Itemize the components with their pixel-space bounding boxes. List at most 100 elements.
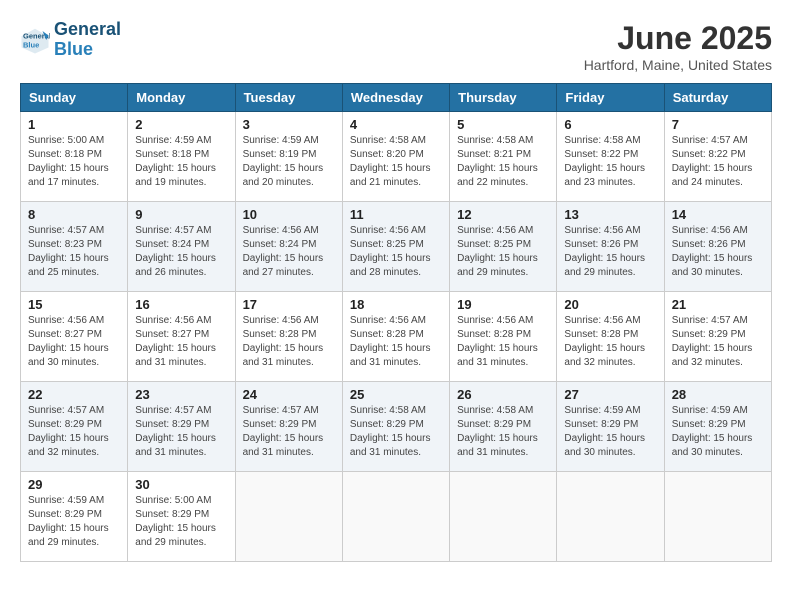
day-info: Sunrise: 4:56 AM Sunset: 8:28 PM Dayligh… (564, 314, 656, 370)
logo-icon: General Blue (20, 25, 50, 55)
logo-line2: Blue (54, 39, 93, 59)
day-info: Sunrise: 4:59 AM Sunset: 8:29 PM Dayligh… (28, 494, 120, 550)
weekday-header-row: Sunday Monday Tuesday Wednesday Thursday… (21, 84, 772, 112)
day-cell-7: 7 Sunrise: 4:57 AM Sunset: 8:22 PM Dayli… (664, 112, 771, 202)
day-cell-22: 22 Sunrise: 4:57 AM Sunset: 8:29 PM Dayl… (21, 382, 128, 472)
day-number: 3 (243, 117, 335, 132)
header-thursday: Thursday (450, 84, 557, 112)
day-number: 1 (28, 117, 120, 132)
day-info: Sunrise: 4:57 AM Sunset: 8:24 PM Dayligh… (135, 224, 227, 280)
day-info: Sunrise: 4:57 AM Sunset: 8:23 PM Dayligh… (28, 224, 120, 280)
day-cell-30: 30 Sunrise: 5:00 AM Sunset: 8:29 PM Dayl… (128, 472, 235, 562)
day-info: Sunrise: 4:57 AM Sunset: 8:29 PM Dayligh… (135, 404, 227, 460)
day-cell-23: 23 Sunrise: 4:57 AM Sunset: 8:29 PM Dayl… (128, 382, 235, 472)
svg-text:Blue: Blue (23, 40, 39, 49)
logo: General Blue General Blue (20, 20, 121, 60)
empty-cell (235, 472, 342, 562)
day-cell-5: 5 Sunrise: 4:58 AM Sunset: 8:21 PM Dayli… (450, 112, 557, 202)
day-info: Sunrise: 4:56 AM Sunset: 8:24 PM Dayligh… (243, 224, 335, 280)
day-info: Sunrise: 4:58 AM Sunset: 8:20 PM Dayligh… (350, 134, 442, 190)
header: General Blue General Blue June 2025 Hart… (20, 20, 772, 73)
empty-cell (342, 472, 449, 562)
day-cell-14: 14 Sunrise: 4:56 AM Sunset: 8:26 PM Dayl… (664, 202, 771, 292)
day-number: 12 (457, 207, 549, 222)
day-info: Sunrise: 4:57 AM Sunset: 8:29 PM Dayligh… (243, 404, 335, 460)
day-info: Sunrise: 4:59 AM Sunset: 8:29 PM Dayligh… (564, 404, 656, 460)
day-number: 13 (564, 207, 656, 222)
day-number: 26 (457, 387, 549, 402)
day-number: 18 (350, 297, 442, 312)
day-cell-28: 28 Sunrise: 4:59 AM Sunset: 8:29 PM Dayl… (664, 382, 771, 472)
day-number: 20 (564, 297, 656, 312)
day-info: Sunrise: 4:56 AM Sunset: 8:26 PM Dayligh… (672, 224, 764, 280)
calendar-subtitle: Hartford, Maine, United States (584, 57, 772, 73)
day-info: Sunrise: 5:00 AM Sunset: 8:29 PM Dayligh… (135, 494, 227, 550)
day-cell-17: 17 Sunrise: 4:56 AM Sunset: 8:28 PM Dayl… (235, 292, 342, 382)
header-saturday: Saturday (664, 84, 771, 112)
day-number: 17 (243, 297, 335, 312)
day-number: 5 (457, 117, 549, 132)
day-info: Sunrise: 4:56 AM Sunset: 8:25 PM Dayligh… (350, 224, 442, 280)
empty-cell (557, 472, 664, 562)
day-info: Sunrise: 4:57 AM Sunset: 8:29 PM Dayligh… (28, 404, 120, 460)
title-area: June 2025 Hartford, Maine, United States (584, 20, 772, 73)
day-cell-26: 26 Sunrise: 4:58 AM Sunset: 8:29 PM Dayl… (450, 382, 557, 472)
day-cell-12: 12 Sunrise: 4:56 AM Sunset: 8:25 PM Dayl… (450, 202, 557, 292)
day-number: 19 (457, 297, 549, 312)
day-cell-25: 25 Sunrise: 4:58 AM Sunset: 8:29 PM Dayl… (342, 382, 449, 472)
header-friday: Friday (557, 84, 664, 112)
logo-line1: General (54, 19, 121, 39)
day-cell-15: 15 Sunrise: 4:56 AM Sunset: 8:27 PM Dayl… (21, 292, 128, 382)
day-cell-18: 18 Sunrise: 4:56 AM Sunset: 8:28 PM Dayl… (342, 292, 449, 382)
day-cell-11: 11 Sunrise: 4:56 AM Sunset: 8:25 PM Dayl… (342, 202, 449, 292)
day-cell-10: 10 Sunrise: 4:56 AM Sunset: 8:24 PM Dayl… (235, 202, 342, 292)
day-number: 29 (28, 477, 120, 492)
day-number: 24 (243, 387, 335, 402)
day-number: 23 (135, 387, 227, 402)
header-sunday: Sunday (21, 84, 128, 112)
day-number: 11 (350, 207, 442, 222)
day-cell-21: 21 Sunrise: 4:57 AM Sunset: 8:29 PM Dayl… (664, 292, 771, 382)
day-number: 16 (135, 297, 227, 312)
day-cell-13: 13 Sunrise: 4:56 AM Sunset: 8:26 PM Dayl… (557, 202, 664, 292)
day-info: Sunrise: 4:58 AM Sunset: 8:29 PM Dayligh… (457, 404, 549, 460)
day-cell-1: 1 Sunrise: 5:00 AM Sunset: 8:18 PM Dayli… (21, 112, 128, 202)
day-cell-20: 20 Sunrise: 4:56 AM Sunset: 8:28 PM Dayl… (557, 292, 664, 382)
day-number: 28 (672, 387, 764, 402)
day-number: 30 (135, 477, 227, 492)
day-number: 14 (672, 207, 764, 222)
day-info: Sunrise: 4:56 AM Sunset: 8:28 PM Dayligh… (243, 314, 335, 370)
day-info: Sunrise: 4:57 AM Sunset: 8:22 PM Dayligh… (672, 134, 764, 190)
day-number: 10 (243, 207, 335, 222)
day-info: Sunrise: 4:58 AM Sunset: 8:22 PM Dayligh… (564, 134, 656, 190)
day-number: 21 (672, 297, 764, 312)
day-cell-8: 8 Sunrise: 4:57 AM Sunset: 8:23 PM Dayli… (21, 202, 128, 292)
day-number: 15 (28, 297, 120, 312)
empty-cell (664, 472, 771, 562)
day-info: Sunrise: 4:56 AM Sunset: 8:27 PM Dayligh… (135, 314, 227, 370)
day-number: 4 (350, 117, 442, 132)
day-number: 27 (564, 387, 656, 402)
day-info: Sunrise: 4:57 AM Sunset: 8:29 PM Dayligh… (672, 314, 764, 370)
day-cell-19: 19 Sunrise: 4:56 AM Sunset: 8:28 PM Dayl… (450, 292, 557, 382)
day-number: 25 (350, 387, 442, 402)
day-cell-24: 24 Sunrise: 4:57 AM Sunset: 8:29 PM Dayl… (235, 382, 342, 472)
day-info: Sunrise: 4:59 AM Sunset: 8:19 PM Dayligh… (243, 134, 335, 190)
day-cell-16: 16 Sunrise: 4:56 AM Sunset: 8:27 PM Dayl… (128, 292, 235, 382)
day-cell-9: 9 Sunrise: 4:57 AM Sunset: 8:24 PM Dayli… (128, 202, 235, 292)
day-cell-4: 4 Sunrise: 4:58 AM Sunset: 8:20 PM Dayli… (342, 112, 449, 202)
calendar-week-2: 8 Sunrise: 4:57 AM Sunset: 8:23 PM Dayli… (21, 202, 772, 292)
calendar-title: June 2025 (584, 20, 772, 57)
day-cell-2: 2 Sunrise: 4:59 AM Sunset: 8:18 PM Dayli… (128, 112, 235, 202)
calendar-table: Sunday Monday Tuesday Wednesday Thursday… (20, 83, 772, 562)
day-info: Sunrise: 4:56 AM Sunset: 8:28 PM Dayligh… (457, 314, 549, 370)
header-tuesday: Tuesday (235, 84, 342, 112)
day-info: Sunrise: 4:56 AM Sunset: 8:28 PM Dayligh… (350, 314, 442, 370)
day-info: Sunrise: 4:56 AM Sunset: 8:26 PM Dayligh… (564, 224, 656, 280)
day-info: Sunrise: 4:58 AM Sunset: 8:29 PM Dayligh… (350, 404, 442, 460)
calendar-week-5: 29 Sunrise: 4:59 AM Sunset: 8:29 PM Dayl… (21, 472, 772, 562)
day-number: 6 (564, 117, 656, 132)
logo-text: General Blue (54, 20, 121, 60)
day-number: 9 (135, 207, 227, 222)
day-cell-27: 27 Sunrise: 4:59 AM Sunset: 8:29 PM Dayl… (557, 382, 664, 472)
